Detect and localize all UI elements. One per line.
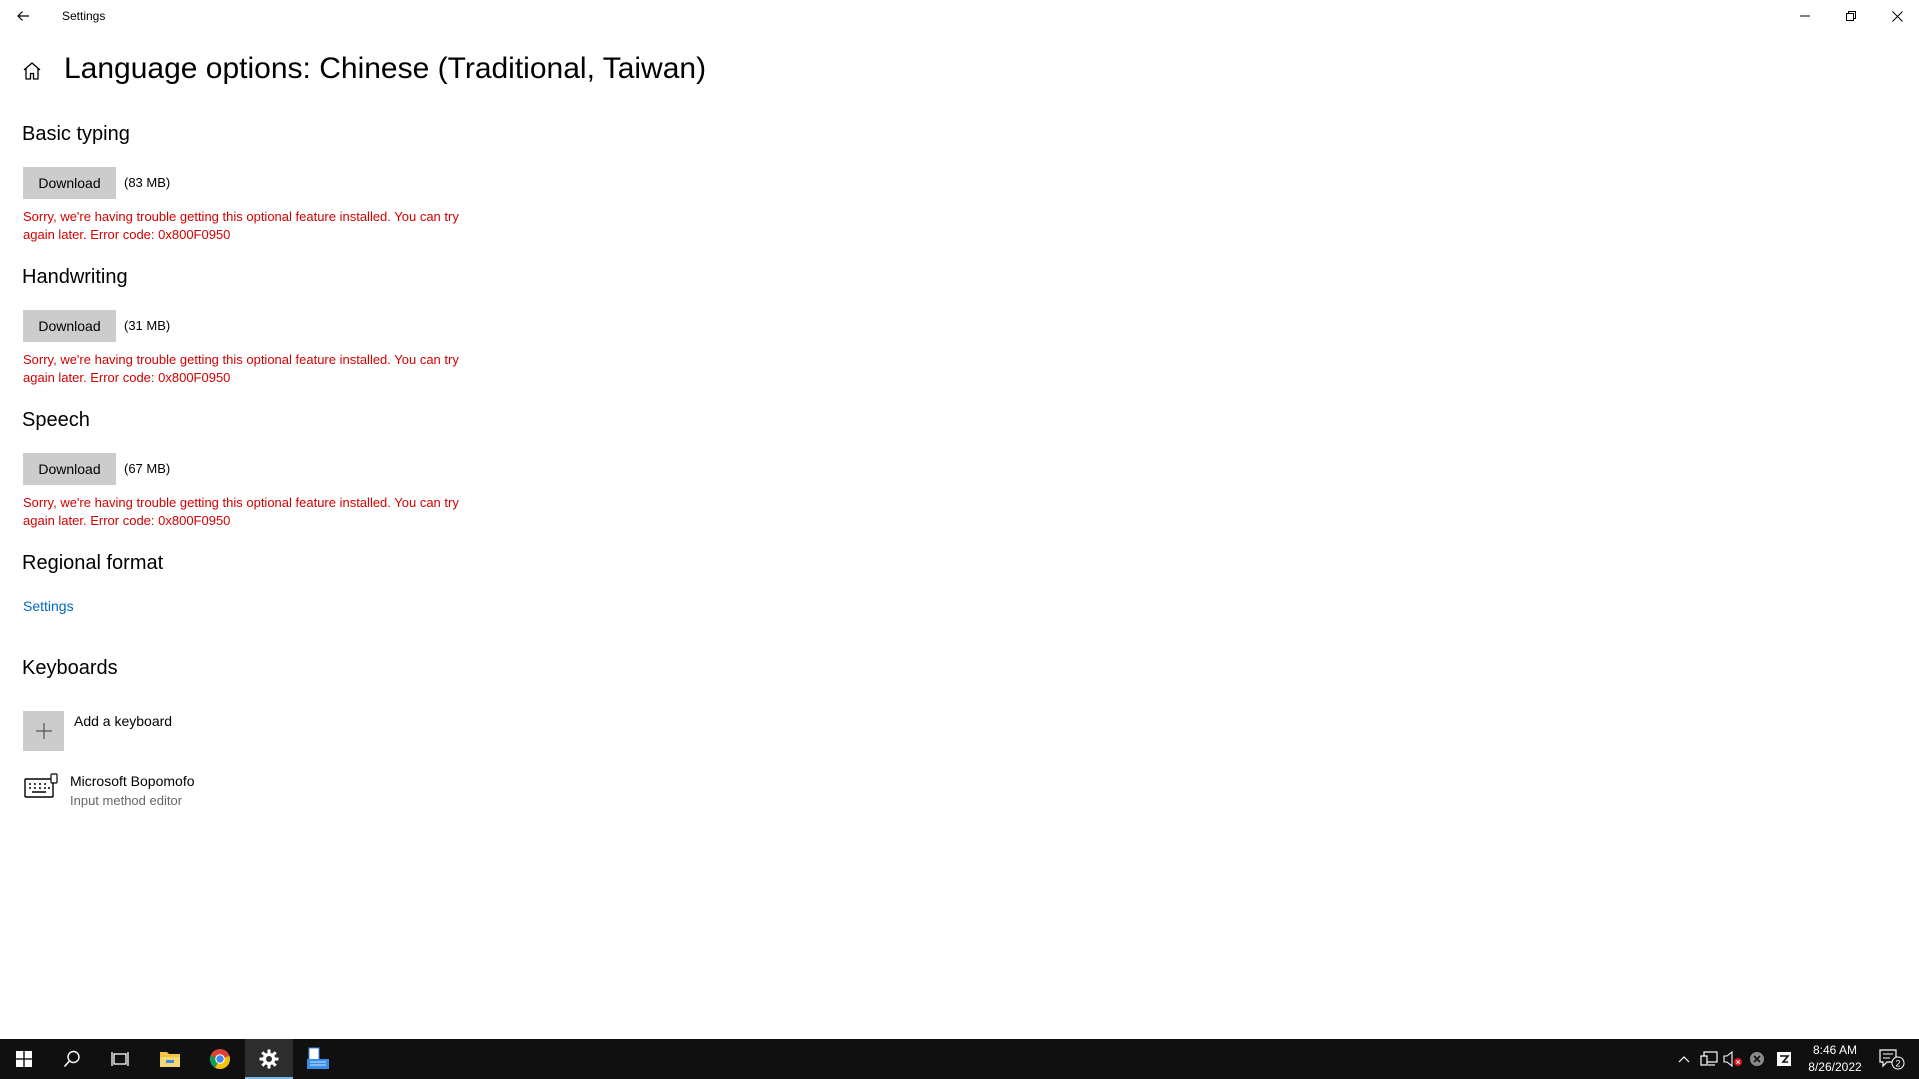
- speech-heading: Speech: [22, 409, 90, 431]
- network-icon: [1700, 1051, 1718, 1066]
- file-explorer-icon: [160, 1052, 180, 1067]
- close-button[interactable]: [1874, 0, 1919, 32]
- add-keyboard-button[interactable]: [23, 711, 64, 751]
- start-button[interactable]: [0, 1039, 48, 1079]
- keyboards-heading: Keyboards: [22, 657, 118, 679]
- basic-typing-heading: Basic typing: [22, 123, 130, 145]
- keyboard-item-name[interactable]: Microsoft Bopomofo: [70, 773, 195, 789]
- minimize-button[interactable]: [1782, 0, 1828, 32]
- back-button[interactable]: [0, 0, 46, 32]
- settings-taskbar-button[interactable]: [245, 1039, 293, 1079]
- taskbar: 8:46 AM 8/26/2022 2: [0, 1039, 1919, 1079]
- regional-format-heading: Regional format: [22, 552, 164, 574]
- clock-date: 8/26/2022: [1808, 1060, 1862, 1074]
- basic-typing-size: (83 MB): [124, 175, 171, 190]
- language-app-icon: [307, 1047, 329, 1069]
- network-tray-button[interactable]: [1698, 1039, 1720, 1079]
- restore-icon: [1846, 11, 1856, 21]
- restore-button[interactable]: [1828, 0, 1874, 32]
- handwriting-heading: Handwriting: [22, 266, 128, 288]
- input-indicator-button[interactable]: [1772, 1039, 1796, 1079]
- task-view-icon: [111, 1052, 129, 1066]
- speech-size: (67 MB): [124, 461, 171, 476]
- handwriting-size: (31 MB): [124, 318, 171, 333]
- taskbar-clock[interactable]: 8:46 AM 8/26/2022: [1800, 1042, 1870, 1076]
- keyboard-icon: [24, 772, 60, 802]
- speech-error: Sorry, we're having trouble getting this…: [23, 495, 459, 528]
- notification-icon: 2: [1879, 1049, 1905, 1070]
- minimize-icon: [1800, 15, 1810, 17]
- speech-download-button[interactable]: Download: [23, 453, 116, 485]
- taskbar-search-button[interactable]: [48, 1039, 96, 1079]
- handwriting-download-button[interactable]: Download: [23, 310, 116, 342]
- regional-settings-link[interactable]: Settings: [23, 598, 74, 614]
- home-icon: [23, 62, 41, 80]
- add-keyboard-label[interactable]: Add a keyboard: [74, 713, 172, 729]
- search-icon: [63, 1050, 80, 1068]
- volume-tray-button[interactable]: [1722, 1039, 1744, 1079]
- disabled-circle-icon: [1750, 1052, 1764, 1066]
- start-icon: [16, 1051, 32, 1067]
- close-icon: [1891, 10, 1903, 22]
- task-view-button[interactable]: [96, 1039, 144, 1079]
- chrome-button[interactable]: [196, 1039, 244, 1079]
- page-title: Language options: Chinese (Traditional, …: [64, 52, 707, 85]
- input-method-icon: [1777, 1052, 1791, 1066]
- language-app-button[interactable]: [294, 1039, 342, 1079]
- chevron-up-icon: [1678, 1056, 1690, 1063]
- show-hidden-icons-button[interactable]: [1674, 1039, 1694, 1079]
- plus-icon: [35, 723, 52, 739]
- handwriting-error: Sorry, we're having trouble getting this…: [23, 352, 459, 385]
- basic-typing-download-button[interactable]: Download: [23, 167, 116, 199]
- title-bar: Settings: [0, 0, 1919, 32]
- window-title: Settings: [62, 9, 106, 23]
- home-button[interactable]: [22, 61, 46, 85]
- keyboard-item-subtitle: Input method editor: [70, 793, 183, 808]
- clock-time: 8:46 AM: [1812, 1043, 1858, 1057]
- file-explorer-button[interactable]: [146, 1039, 194, 1079]
- chrome-icon: [209, 1049, 230, 1070]
- volume-muted-icon: [1723, 1051, 1742, 1067]
- action-center-button[interactable]: 2: [1872, 1039, 1912, 1079]
- settings-icon: [259, 1049, 279, 1069]
- status-tray-button[interactable]: [1746, 1039, 1768, 1079]
- notification-count: 2: [1895, 1059, 1900, 1069]
- back-arrow-icon: [17, 11, 29, 21]
- basic-typing-error: Sorry, we're having trouble getting this…: [23, 209, 459, 242]
